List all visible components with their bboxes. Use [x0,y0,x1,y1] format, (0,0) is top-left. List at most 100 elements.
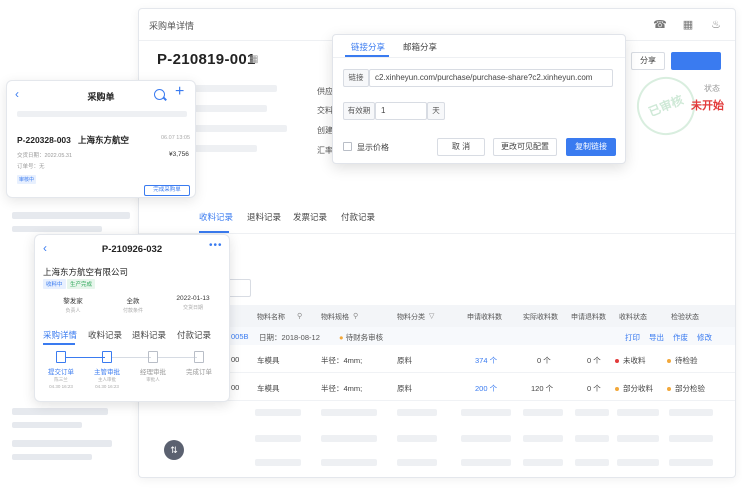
info-delivery-value: 2022-01-13 [176,295,210,302]
pending-dot-icon: ● [339,333,344,342]
print-link[interactable]: 打印 [625,332,640,343]
step-label: 经理审批 [140,369,166,376]
step-sub: 主人审批 [98,377,116,382]
headset-icon[interactable]: ☎ [653,18,667,32]
tab-returns[interactable]: 退料记录 [132,329,166,341]
col-spec: 物料规格 [321,314,349,321]
tab-purchase-detail[interactable]: 采购详情 [43,329,77,341]
row-spec: 半径：4mm; [321,356,363,365]
row-name: 车模具 [257,384,280,393]
field-label-rate: 汇率 [317,146,333,155]
row-name: 车模具 [257,356,280,365]
list-company: 上海东方航空 [77,135,129,145]
show-price-checkbox[interactable] [343,142,352,151]
step-label: 完成订单 [186,369,212,376]
document-icon [102,351,112,363]
cancel-button[interactable]: 取 消 [437,138,485,156]
copy-link-button[interactable]: 复制链接 [566,138,616,156]
primary-action-button[interactable] [671,52,721,70]
info-owner: 黎发家 负责人 [43,295,103,314]
change-config-button[interactable]: 更改可见配置 [493,138,557,156]
export-link[interactable]: 导出 [649,332,664,343]
status-chip-receiving: 收料中 [43,279,66,289]
document-icon [56,351,66,363]
tab-email-share[interactable]: 邮箱分享 [403,41,437,53]
status-dot-icon [615,387,619,392]
tabs-divider [139,233,735,234]
complete-order-button[interactable]: 完成采购单 [144,185,190,196]
validity-unit: 天 [427,102,445,120]
search-icon[interactable] [154,89,165,100]
scan-icon[interactable]: ▦ [681,18,695,32]
tab-link-share[interactable]: 链接分享 [351,41,385,53]
row-code: 00 [231,355,240,364]
add-icon[interactable]: + [175,83,184,101]
popup-divider [333,57,625,58]
step-sub: 审批人 [146,377,160,382]
field-label-supplier: 供应 [317,87,333,96]
share-popup: 链接分享 邮箱分享 链接 c2.xinheyun.com/purchase/pu… [332,34,626,164]
col-actual-qty: 实际收料数 [523,314,558,321]
link-input[interactable]: c2.xinheyun.com/purchase/purchase-share?… [369,69,613,87]
status-dot-icon [667,387,671,392]
info-payment-key: 付款条件 [122,308,143,314]
receive-status-text: 部分收料 [623,384,653,393]
group-id[interactable]: 005B [231,332,249,341]
bell-icon[interactable]: ♨ [709,18,723,32]
tab-invoices[interactable]: 发票记录 [293,211,327,223]
info-owner-value: 黎发家 [63,298,83,305]
row-returned: 0 个 [587,356,601,365]
receive-status-text: 未收料 [623,356,646,365]
mobile-list-card: ‹ 采购单 + P-220328-003 上海东方航空 06.07 13:05 … [6,80,196,198]
mobile-detail-title: P-210926-032 [101,244,163,255]
tab-receiving[interactable]: 收料记录 [199,211,233,223]
info-delivery-key: 交货日期 [182,305,203,311]
col-inspect-status: 检验状态 [671,314,699,321]
row-apply[interactable]: 200 个 [475,383,497,394]
list-order-title[interactable]: P-220328-003 上海东方航空 [17,134,129,146]
edit-link[interactable]: 修改 [697,332,712,343]
step-manager: 主管审批 主人审批 04.30 16:23 [87,351,127,389]
step-sub-time: 04.30 16:23 [49,384,73,389]
col-category: 物料分类 [397,314,425,321]
search-icon[interactable]: ⚲ [353,312,358,320]
void-link[interactable]: 作废 [673,332,688,343]
row-apply[interactable]: 374 个 [475,355,497,366]
field-label-created: 创建 [317,126,333,135]
more-icon[interactable]: ••• [209,240,223,251]
col-apply-qty: 申请收料数 [467,314,502,321]
tab-payments[interactable]: 付款记录 [177,329,211,341]
step-label: 主管审批 [94,369,120,376]
inspect-status-text: 待检验 [675,356,698,365]
list-amount: ¥3,756 [169,151,189,158]
row-actual: 0 个 [537,356,551,365]
document-icon [148,351,158,363]
tab-returns[interactable]: 退料记录 [247,211,281,223]
filter-icon[interactable]: ▽ [429,312,434,320]
validity-input[interactable]: 1 [375,102,427,120]
mobile-list-title: 采购单 [87,92,115,102]
info-owner-key: 负责人 [65,308,81,314]
row-receive-status: 未收料 [615,355,646,366]
tab-payments[interactable]: 付款记录 [341,211,375,223]
document-icon [194,351,204,363]
share-button[interactable]: 分享 [631,52,665,70]
status-label: 状态 [704,84,720,93]
status-badge: 审核中 [17,175,37,184]
row-actual: 120 个 [531,384,554,393]
qr-code-icon[interactable]: ▦ [249,54,258,65]
group-pending: ● 待财务审核 [339,332,383,343]
info-payment: 全款 付款条件 [103,295,163,314]
sort-fab-icon[interactable]: ⇅ [164,440,184,460]
pending-text: 待财务审核 [345,333,384,342]
info-payment-value: 全款 [126,298,140,305]
step-sub-time: 04.30 16:23 [95,384,119,389]
step-sub: 陈三兰 [54,377,68,382]
col-material-name: 物料名称 [257,314,285,321]
row-code: 00 [231,383,240,392]
info-delivery: 2022-01-13 交货日期 [163,295,223,311]
status-value: 未开始 [691,100,724,112]
tab-receiving[interactable]: 收料记录 [88,329,122,341]
status-dot-icon [667,359,671,364]
search-icon[interactable]: ⚲ [297,312,302,320]
